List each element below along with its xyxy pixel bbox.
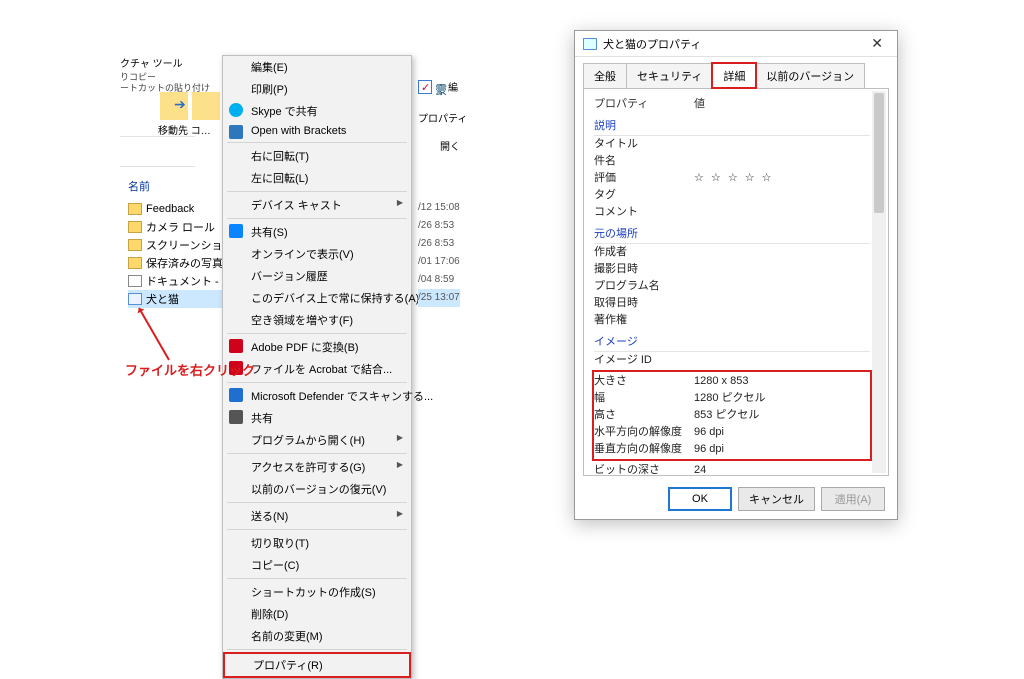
cancel-button[interactable]: キャンセル (738, 487, 815, 511)
annotation-text: ファイルを右クリック (125, 360, 255, 379)
menu-item[interactable]: 左に回転(L) (223, 167, 411, 189)
property-row: 幅1280 ピクセル (594, 390, 870, 407)
menu-item[interactable]: プロパティ(R) (223, 652, 411, 678)
property-row: 件名 (594, 153, 870, 170)
property-row: タグ (594, 187, 870, 204)
property-row: 大きさ1280 x 853 (594, 373, 870, 390)
property-row: コメント (594, 204, 870, 221)
menu-item[interactable]: ショートカットの作成(S) (223, 581, 411, 603)
menu-item[interactable]: 以前のバージョンの復元(V) (223, 478, 411, 500)
ribbon-open-label: 開く (440, 138, 460, 153)
properties-header: プロパティ値 (594, 95, 870, 113)
apply-button[interactable]: 適用(A) (821, 487, 885, 511)
menu-item[interactable]: 印刷(P) (223, 78, 411, 100)
property-row: 著作権 (594, 312, 870, 329)
menu-item[interactable]: 切り取り(T) (223, 532, 411, 554)
tab-security[interactable]: セキュリティ (626, 63, 713, 88)
menu-item[interactable]: 送る(N)▶ (223, 505, 411, 527)
property-row: プログラム名 (594, 278, 870, 295)
menu-item[interactable]: このデバイス上で常に保持する(A) (223, 287, 411, 309)
share-icon (229, 410, 243, 424)
menu-item[interactable]: 編集(E) (223, 56, 411, 78)
image-dimensions-highlight: 大きさ1280 x 853幅1280 ピクセル高さ853 ピクセル水平方向の解像… (592, 370, 872, 461)
folder-icon (128, 203, 142, 215)
scrollbar[interactable] (872, 91, 886, 473)
property-row: 撮影日時 (594, 261, 870, 278)
annotation-arrow (138, 308, 170, 361)
folder-icon (128, 257, 142, 269)
close-icon[interactable]: ✕ (865, 35, 889, 52)
menu-item[interactable]: Open with Brackets (223, 122, 411, 140)
menu-item[interactable]: プログラムから開く(H)▶ (223, 429, 411, 451)
shield-icon (229, 388, 243, 402)
section-image: イメージ (594, 333, 870, 352)
menu-item[interactable]: 削除(D) (223, 603, 411, 625)
ribbon-properties-label[interactable]: プロパティ (418, 110, 467, 125)
menu-item[interactable]: 空き領域を増やす(F) (223, 309, 411, 331)
details-panel: プロパティ値 説明 タイトル件名評価☆ ☆ ☆ ☆ ☆タグコメント 元の場所 作… (583, 88, 889, 476)
menu-item[interactable]: 共有(S) (223, 221, 411, 243)
property-row: 垂直方向の解像度96 dpi (594, 441, 870, 458)
ribbon-context-tab: クチャ ツール (120, 55, 183, 70)
date-column: /12 15:08 /26 8:53 /26 8:53 /01 17:06 /0… (418, 199, 460, 307)
menu-item[interactable]: Microsoft Defender でスキャンする... (223, 385, 411, 407)
property-row: 取得日時 (594, 295, 870, 312)
property-row: タイトル (594, 136, 870, 153)
property-row: ビットの深さ24 (594, 462, 870, 476)
property-row: イメージ ID (594, 352, 870, 369)
menu-item[interactable]: オンラインで表示(V) (223, 243, 411, 265)
properties-icon[interactable]: ✓ (418, 80, 432, 94)
image-icon (583, 38, 597, 50)
ok-button[interactable]: OK (668, 487, 732, 511)
section-origin: 元の場所 (594, 225, 870, 244)
brackets-icon (229, 125, 243, 139)
folder-icon (128, 221, 142, 233)
menu-item[interactable]: コピー(C) (223, 554, 411, 576)
menu-item[interactable]: 右に回転(T) (223, 145, 411, 167)
dialog-title: 犬と猫のプロパティ (603, 36, 701, 52)
section-description: 説明 (594, 117, 870, 136)
properties-dialog: 犬と猫のプロパティ ✕ 全般 セキュリティ 詳細 以前のバージョン プロパティ値… (574, 30, 898, 520)
tab-strip: 全般 セキュリティ 詳細 以前のバージョン (575, 57, 897, 88)
menu-item[interactable]: 共有 (223, 407, 411, 429)
menu-item[interactable]: 名前の変更(M) (223, 625, 411, 647)
menu-item[interactable]: Adobe PDF に変換(B) (223, 336, 411, 358)
menu-item[interactable]: アクセスを許可する(G)▶ (223, 456, 411, 478)
skype-icon (229, 103, 243, 117)
property-row: 評価☆ ☆ ☆ ☆ ☆ (594, 170, 870, 187)
tab-general[interactable]: 全般 (583, 63, 627, 88)
property-row: 水平方向の解像度96 dpi (594, 424, 870, 441)
tab-details[interactable]: 詳細 (712, 63, 756, 88)
pdf-icon (229, 339, 243, 353)
property-row: 作成者 (594, 244, 870, 261)
ribbon-clipboard-labels: りコピー ートカットの貼り付け (120, 72, 210, 94)
menu-item[interactable]: デバイス キャスト▶ (223, 194, 411, 216)
tab-previous-versions[interactable]: 以前のバージョン (755, 63, 865, 88)
menu-item[interactable]: バージョン履歴 (223, 265, 411, 287)
folder-icon (128, 239, 142, 251)
shortcut-icon (128, 275, 142, 287)
menu-item[interactable]: Skype で共有 (223, 100, 411, 122)
property-row: 高さ853 ピクセル (594, 407, 870, 424)
cloud-icon (229, 224, 243, 238)
